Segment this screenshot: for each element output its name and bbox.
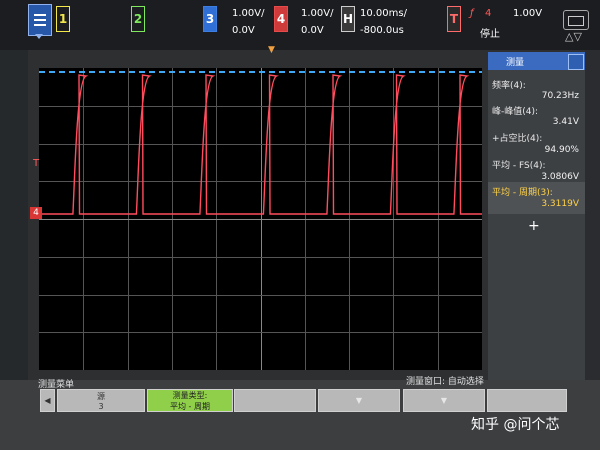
measure-type-label: 测量类型: [172,390,208,400]
trigger-source: 4 [485,8,492,19]
source-softkey[interactable]: 源 3 [57,389,145,412]
measure-type-value: 平均 - 周期 [170,401,210,411]
top-bezel [0,0,600,50]
triangle-icon[interactable]: △▽ [565,30,582,43]
waveform-display[interactable] [39,68,482,370]
softkey-3[interactable] [234,389,316,412]
vpp-value: 3.41V [552,117,579,127]
trigger-button[interactable]: T [447,6,461,32]
window-icon[interactable] [563,10,589,30]
channel-4-ground-marker[interactable]: 4 [30,207,42,219]
avg-fs-value: 3.0806V [541,172,579,182]
avg-fs-label: 平均 - FS(4): [492,161,546,171]
measurement-panel: 测量 频率(4): 70.23Hz 峰-峰值(4): 3.41V +占空比(4)… [488,52,585,380]
avg-period-label[interactable]: 平均 - 周期(3): [492,185,553,198]
channel-4-scale: 1.00V/ [301,8,334,19]
channel-2-button[interactable]: 2 [131,6,145,32]
back-button[interactable]: ◀ [40,389,55,412]
waveform-traces [39,71,482,215]
measurement-title: 测量 [506,57,525,68]
vpp-label: 峰-峰值(4): [492,107,539,117]
channel-4-button[interactable]: 4 [274,6,288,32]
trigger-position-marker: ▼ [268,45,275,55]
measure-type-softkey[interactable]: 测量类型: 平均 - 周期 [147,389,233,412]
channel-3-scale: 1.00V/ [232,8,265,19]
menu-line [34,14,46,16]
softkey-5[interactable] [403,389,485,412]
channel-4-offset: 0.0V [301,25,324,36]
measurement-window-label: 测量窗口: 自动选择 [406,377,484,387]
chevron-down-icon [441,396,447,405]
source-value: 3 [98,401,104,411]
horizontal-delay: -800.0us [360,25,404,36]
watermark: 知乎 @问个芯 [471,417,560,433]
freq-value: 70.23Hz [541,91,579,101]
right-bezel [585,50,600,380]
source-label: 源 [97,391,105,401]
freq-label: 频率(4): [492,81,526,91]
trigger-level-marker: T [33,158,40,169]
channel-4-trace [39,74,482,215]
chevron-down-icon [356,396,362,405]
horizontal-button[interactable]: H [341,6,355,32]
duty-label: +占空比(4): [492,134,543,144]
avg-period-value[interactable]: 3.3119V [541,199,579,209]
chevron-down-icon[interactable] [35,34,43,39]
softkey-4[interactable] [318,389,400,412]
menu-line [34,24,46,26]
measurement-tab-icon[interactable] [568,54,584,70]
duty-value: 94.90% [544,145,579,155]
horizontal-scale: 10.00ms/ [360,8,407,19]
menu-line [34,19,46,21]
channel-3-offset: 0.0V [232,25,255,36]
left-bezel [0,50,28,390]
channel-3-button[interactable]: 3 [203,6,217,32]
add-measurement-icon[interactable]: + [528,218,540,234]
run-status: 停止 [480,29,500,40]
channel-1-button[interactable]: 1 [56,6,70,32]
trigger-level: 1.00V [513,8,543,19]
main-menu-button[interactable] [28,4,52,36]
trigger-slope-icon: ƒ [470,8,474,19]
softkey-6[interactable] [487,389,567,412]
